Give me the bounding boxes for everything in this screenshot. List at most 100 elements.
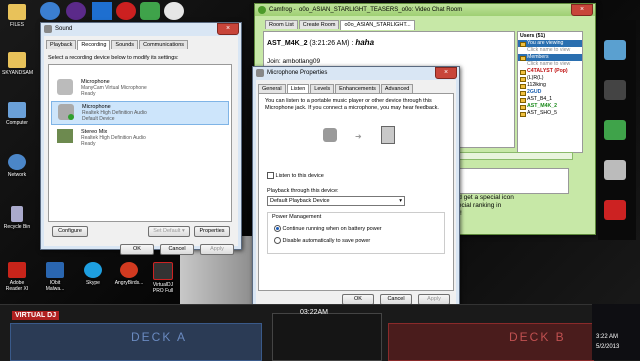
you-viewing-group: You are viewing [518,40,582,47]
computer-icon [8,102,26,118]
desktop-icon-skype[interactable]: Skype [78,262,108,286]
right-sidebar [598,20,636,240]
microphone-icon [256,69,264,77]
folder-icon [8,52,26,68]
dock-app-icon[interactable] [164,2,184,20]
speaker-device-icon [381,126,395,144]
playback-label: Playback through this device: [267,188,339,194]
dock-app-icon[interactable] [116,2,136,20]
desktop-icon-recycle-bin[interactable]: Recycle Bin [2,206,32,230]
deck-a-panel[interactable]: DECK A [10,323,262,361]
mixer-panel[interactable] [272,313,382,361]
user-item[interactable]: C4TALYST (Pop) [518,68,582,75]
device-item[interactable]: Stereo Mix Realtek High Definition Audio R… [51,127,229,149]
user-item[interactable]: (L)R(L) [518,75,582,82]
deck-b-panel[interactable]: DECK B [388,323,594,361]
chevron-down-icon: ▾ [399,198,402,204]
sound-instruction: Select a recording device below to modif… [48,55,179,61]
set-default-button[interactable]: Set Default ▾ [148,226,190,237]
user-item[interactable]: AST_SHO_5 [518,110,582,117]
power-option-disable[interactable]: Disable automatically to save power [274,237,370,244]
playback-device-select[interactable]: Default Playback Device ▾ [267,196,405,206]
user-item[interactable]: 2GUD [518,89,582,96]
configure-button[interactable]: Configure [52,226,88,237]
chat-join-line: Join: ambotlang09 [267,58,321,65]
clock-time[interactable]: 3:22 AM [596,334,618,340]
virtualdj-logo: VIRTUAL DJ [12,311,60,320]
dock-app-icon[interactable] [140,2,160,20]
desktop-icon-iobit[interactable]: IObit Malwa... [40,262,70,292]
apply-button[interactable]: Apply [200,244,234,255]
sound-titlebar: Sound × [41,23,241,35]
close-button[interactable]: × [435,67,457,79]
user-item[interactable]: AST_M4K_2 [518,103,582,110]
desktop-icon-network[interactable]: Network [2,154,32,178]
recording-device-list[interactable]: Microphone ManyCam Virtual Microphone Read… [48,64,232,222]
tab-sounds[interactable]: Sounds [111,40,139,49]
mic-tabs: General Listen Levels Enhancements Advan… [258,84,414,94]
clock-date[interactable]: 5/2/2013 [596,344,619,350]
tab-communications[interactable]: Communications [139,40,189,49]
ok-button[interactable]: OK [120,244,154,255]
desktop-icon-adobe-reader[interactable]: Adobe Reader XI [2,262,32,292]
user-item[interactable]: 112łking [518,82,582,89]
taskbar-app-icon[interactable] [604,160,626,180]
vdj-clock: 03:22AM [300,309,329,316]
taskbar-app-icon[interactable] [604,80,626,100]
radio-unselected[interactable] [274,237,281,244]
microphone-properties-dialog: Microphone Properties × General Listen L… [252,66,460,308]
device-item-selected[interactable]: Microphone Realtek High Definition Audio D… [51,101,229,125]
cancel-button[interactable]: Cancel [160,244,194,255]
adobe-reader-icon [8,262,26,278]
users-header: Users (51) [520,33,546,39]
tab-room-list[interactable]: Room List [265,20,298,29]
user-item[interactable]: AST_B4_1 [518,96,582,103]
device-item[interactable]: Microphone ManyCam Virtual Microphone Read… [51,77,229,99]
users-list[interactable]: Users (51) You are viewing Click name to… [517,31,583,153]
tab-general[interactable]: General [258,84,286,93]
properties-button[interactable]: Properties [194,226,230,237]
sound-dialog: Sound × Playback Recording Sounds Commun… [40,22,242,255]
tab-levels[interactable]: Levels [310,84,335,93]
iobit-icon [46,262,64,278]
click-to-view: Click name to view [527,61,571,67]
tab-room[interactable]: o0o_ASIAN_STARLIGHT... [340,20,415,30]
camfrog-titlebar: Camfrog - o0o_ASIAN_STARLIGHT_TEASERS_o0… [255,4,595,16]
taskbar-app-icon[interactable] [604,40,626,60]
desktop-icon-files[interactable]: FILES [2,4,32,28]
chat-input[interactable] [455,168,569,194]
desktop-icon-angrybirds[interactable]: AngryBirds... [114,262,144,286]
listen-checkbox[interactable] [267,172,274,179]
desktop-icon-virtualdj[interactable]: VirtualDJ PRO Full [148,262,178,294]
dock-app-icon[interactable] [66,2,86,20]
tab-recording[interactable]: Recording [77,40,111,50]
desktop-icon-skyandsam[interactable]: SKYANDSAM [2,52,33,76]
skype-icon [84,262,102,278]
tab-playback[interactable]: Playback [46,40,77,49]
click-to-view: Click name to view [527,47,571,53]
sound-tabs: Playback Recording Sounds Communications [46,40,189,50]
tab-create-room[interactable]: Create Room [298,20,340,29]
angry-birds-icon [120,262,138,278]
microphone-jack-icon [323,128,337,142]
power-option-continue[interactable]: Continue running when on battery power [274,225,382,232]
sound-card-icon [57,129,73,143]
folder-icon [8,4,26,20]
close-button[interactable]: × [217,23,239,35]
dock-app-icon[interactable] [40,2,60,20]
network-icon [8,154,26,170]
tab-enhancements[interactable]: Enhancements [335,84,380,93]
power-management-group: Power Management Continue running when o… [267,212,445,254]
radio-selected[interactable] [274,225,281,232]
close-button[interactable]: × [571,4,593,16]
taskbar-app-icon[interactable] [604,200,626,220]
listen-checkbox-row[interactable]: Listen to this device [267,172,324,179]
chat-message: AST_M4K_2 (3:21:26 AM) : haha [267,38,375,47]
tab-advanced[interactable]: Advanced [380,84,414,93]
taskbar-app-icon[interactable] [604,120,626,140]
desktop-icon-computer[interactable]: Computer [2,102,32,126]
volume-slider[interactable] [451,152,573,160]
listen-description: You can listen to a portable music playe… [265,98,439,111]
chat-tabs: Room List Create Room o0o_ASIAN_STARLIGH… [265,20,415,30]
malwarebytes-icon[interactable] [92,2,112,20]
